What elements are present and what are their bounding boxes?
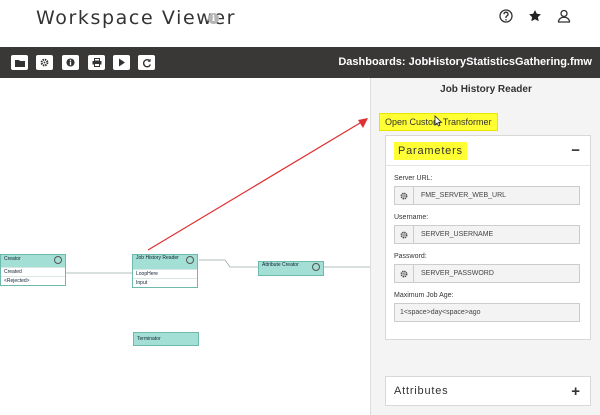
- panel-title: Job History Reader: [440, 84, 532, 95]
- job-history-reader-node[interactable]: Job History Reader LoopHere Input: [132, 254, 198, 288]
- attributes-title: Attributes: [394, 385, 449, 397]
- print-icon[interactable]: [88, 55, 105, 70]
- node-title: Terminator: [137, 336, 161, 342]
- node-port[interactable]: LoopHere: [133, 269, 197, 278]
- node-title: Creator: [4, 256, 21, 262]
- max-job-age-label: Maximum Job Age:: [394, 292, 454, 299]
- cursor-icon: [434, 115, 443, 127]
- folder-icon[interactable]: [11, 55, 28, 70]
- attributes-card: Attributes +: [385, 376, 591, 406]
- terminator-node[interactable]: Terminator: [133, 332, 199, 346]
- properties-panel: Job History Reader Open Custom Transform…: [370, 78, 600, 415]
- attribute-creator-node[interactable]: Attribute Creator: [258, 261, 324, 276]
- username-field[interactable]: SERVER_USERNAME: [394, 225, 580, 244]
- gear-icon[interactable]: [312, 263, 320, 271]
- workspace-canvas[interactable]: Creator Created <Rejected> Job History R…: [0, 78, 370, 415]
- server-url-field[interactable]: FME_SERVER_WEB_URL: [394, 186, 580, 205]
- toolbar: Dashboards: JobHistoryStatisticsGatherin…: [0, 47, 600, 78]
- collapse-icon[interactable]: −: [571, 142, 580, 159]
- username-value: SERVER_USERNAME: [421, 231, 494, 238]
- connection-lines: [66, 118, 370, 274]
- server-url-label: Server URL:: [394, 175, 433, 182]
- gear-icon[interactable]: [395, 187, 414, 204]
- gear-icon[interactable]: [395, 226, 414, 243]
- user-icon[interactable]: [555, 7, 572, 24]
- parameters-header[interactable]: Parameters −: [386, 136, 590, 166]
- parameters-card: Parameters − Server URL: FME_SERVER_WEB_…: [385, 135, 591, 340]
- app-header: Workspace Viewer i: [0, 0, 600, 46]
- parameters-title: Parameters: [394, 141, 467, 160]
- creator-node[interactable]: Creator Created <Rejected>: [0, 254, 66, 286]
- server-url-value: FME_SERVER_WEB_URL: [421, 192, 507, 199]
- password-label: Password:: [394, 253, 427, 260]
- node-port[interactable]: Input: [133, 278, 197, 287]
- app-title: Workspace Viewer: [36, 7, 237, 29]
- expand-icon[interactable]: +: [571, 383, 580, 400]
- attributes-header[interactable]: Attributes +: [386, 377, 590, 405]
- info-icon[interactable]: [62, 55, 79, 70]
- gear-icon[interactable]: [54, 256, 62, 264]
- node-port[interactable]: Created: [1, 267, 65, 276]
- star-icon[interactable]: [526, 7, 543, 24]
- password-field[interactable]: SERVER_PASSWORD: [394, 264, 580, 283]
- info-icon[interactable]: i: [208, 13, 219, 24]
- gear-icon[interactable]: [395, 265, 414, 282]
- gear-icon[interactable]: [36, 55, 53, 70]
- node-port[interactable]: <Rejected>: [1, 276, 65, 285]
- header-actions: [497, 7, 572, 24]
- gear-icon[interactable]: [186, 256, 194, 264]
- play-icon[interactable]: [113, 55, 130, 70]
- annotation-arrow: [147, 119, 366, 251]
- node-title: Job History Reader: [136, 255, 179, 261]
- max-job-age-value: 1<space>day<space>ago: [400, 309, 481, 316]
- dashboard-title: Dashboards: JobHistoryStatisticsGatherin…: [338, 56, 592, 68]
- max-job-age-field[interactable]: 1<space>day<space>ago: [394, 303, 580, 322]
- password-value: SERVER_PASSWORD: [421, 270, 494, 277]
- help-icon[interactable]: [497, 7, 514, 24]
- node-title: Attribute Creator: [262, 262, 299, 268]
- username-label: Username:: [394, 214, 429, 221]
- refresh-icon[interactable]: [138, 55, 155, 70]
